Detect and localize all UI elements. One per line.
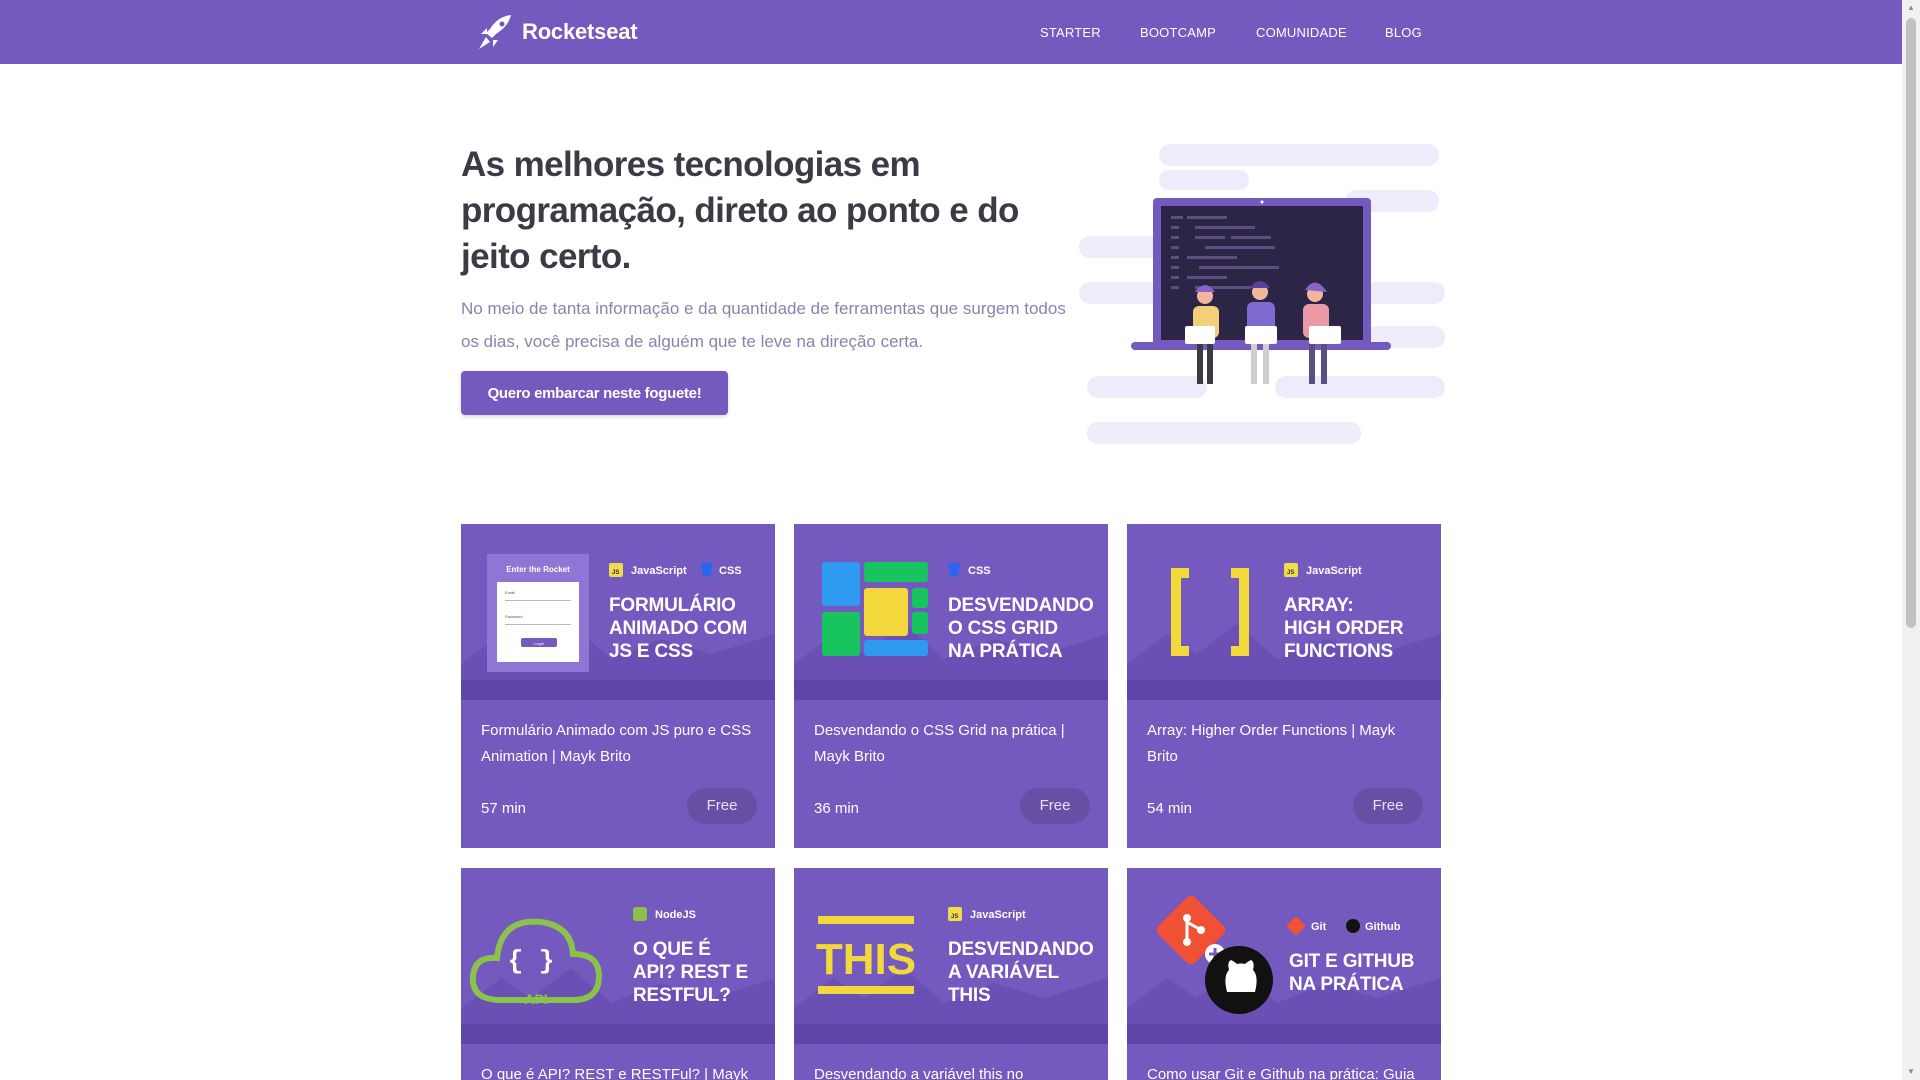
- free-badge: Free: [1353, 788, 1423, 824]
- thumb-heading-line: NA PRÁTICA: [1289, 973, 1404, 995]
- card-title[interactable]: Desvendando o CSS Grid na prática | Mayk…: [814, 718, 1094, 770]
- thumb-heading-line: RESTFUL?: [633, 985, 731, 1006]
- nav-starter[interactable]: STARTER: [1040, 25, 1101, 40]
- tag-javascript: JavaScript: [970, 909, 1026, 921]
- thumb-heading-line: O CSS GRID: [948, 618, 1058, 639]
- svg-text:JS: JS: [951, 914, 958, 920]
- github-logo-icon: [1205, 946, 1273, 1014]
- thumb-heading-line: GIT E GITHUB: [1289, 951, 1414, 972]
- card-thumbnail: THIS JS JavaScript DESVENDANDO A VARIÁVE…: [794, 868, 1108, 1044]
- nav-comunidade[interactable]: COMUNIDADE: [1256, 25, 1347, 40]
- tag-javascript: JavaScript: [1306, 565, 1362, 577]
- course-card[interactable]: THIS JS JavaScript DESVENDANDO A VARIÁVE…: [794, 868, 1108, 1080]
- login-form-mockup: Enter the Rocket Email Password Login: [487, 554, 589, 672]
- card-title[interactable]: Como usar Git e Github na prática: Guia: [1147, 1062, 1427, 1080]
- tag-git: Git: [1311, 921, 1327, 933]
- thumb-heading-line: ARRAY:: [1284, 595, 1354, 616]
- brand-name: Rocketseat: [522, 19, 638, 44]
- card-thumbnail: JS JavaScript ARRAY: HIGH ORDER FUNCTION…: [1127, 524, 1441, 700]
- nodejs-icon: [633, 907, 647, 921]
- tag-nodejs: NodeJS: [655, 909, 696, 921]
- scroll-up-arrow-icon[interactable]: ▲: [1902, 0, 1920, 16]
- hero-title: As melhores tecnologias em programação, …: [461, 145, 1019, 276]
- hero-cta-button[interactable]: Quero embarcar neste foguete!: [461, 371, 728, 415]
- card-thumbnail: { } API NodeJS O QUE É API? REST E RESTF…: [461, 868, 775, 1044]
- form-login-label: Login: [534, 641, 544, 646]
- tag-github: Github: [1365, 921, 1401, 933]
- rocket-logo-icon: [479, 15, 511, 49]
- free-badge: Free: [1020, 788, 1090, 824]
- thumb-heading-line: JS E CSS: [609, 641, 693, 662]
- top-navbar: Rocketseat STARTER BOOTCAMP COMUNIDADE B…: [0, 0, 1902, 64]
- card-duration: 36 min: [814, 800, 860, 817]
- course-card[interactable]: Git Github GIT E GITHUB NA PRÁTICA Como …: [1127, 868, 1441, 1080]
- thumb-heading-line: HIGH ORDER: [1284, 618, 1404, 639]
- tag-css: CSS: [968, 565, 991, 577]
- svg-text:JS: JS: [1287, 570, 1294, 576]
- course-card[interactable]: CSS DESVENDANDO O CSS GRID NA PRÁTICA De…: [794, 524, 1108, 848]
- thumb-heading-line: A VARIÁVEL: [948, 961, 1060, 983]
- card-title[interactable]: Desvendando a variável this no: [814, 1062, 1094, 1080]
- svg-text:{ }: { }: [508, 946, 555, 976]
- thumb-heading-line: THIS: [948, 985, 990, 1006]
- card-thumbnail: CSS DESVENDANDO O CSS GRID NA PRÁTICA: [794, 524, 1108, 700]
- card-title[interactable]: O que é API? REST e RESTFul? | Mayk: [481, 1062, 761, 1080]
- thumb-heading-line: NA PRÁTICA: [948, 640, 1063, 662]
- thumb-heading-line: O QUE É: [633, 938, 711, 960]
- card-title[interactable]: Array: Higher Order Functions | Mayk Bri…: [1147, 718, 1427, 770]
- nav-blog[interactable]: BLOG: [1385, 25, 1422, 40]
- tag-javascript: JavaScript: [631, 565, 687, 577]
- page-scrollbar[interactable]: ▲ ▼: [1902, 0, 1920, 1080]
- svg-text:JS: JS: [612, 570, 619, 576]
- card-duration: 57 min: [481, 800, 527, 817]
- tag-css: CSS: [719, 565, 742, 577]
- course-card[interactable]: Enter the Rocket Email Password Login JS…: [461, 524, 775, 848]
- thumb-heading-line: ANIMADO COM: [609, 618, 747, 639]
- thumb-heading-line: FUNCTIONS: [1284, 641, 1393, 662]
- form-password-label: Password: [505, 614, 523, 619]
- this-word: THIS: [816, 935, 916, 984]
- brand-logo-link[interactable]: Rocketseat: [478, 12, 638, 52]
- thumb-heading-line: FORMULÁRIO: [609, 594, 736, 616]
- scroll-down-arrow-icon[interactable]: ▼: [1902, 1064, 1920, 1080]
- scrollbar-thumb[interactable]: [1906, 18, 1916, 628]
- card-thumbnail: Git Github GIT E GITHUB NA PRÁTICA: [1127, 868, 1441, 1044]
- api-label: API: [524, 991, 547, 1007]
- card-duration: 54 min: [1147, 800, 1193, 817]
- developers-laptop-illustration: [1079, 144, 1445, 444]
- course-card[interactable]: JS JavaScript ARRAY: HIGH ORDER FUNCTION…: [1127, 524, 1441, 848]
- nav-bootcamp[interactable]: BOOTCAMP: [1140, 25, 1216, 40]
- form-title: Enter the Rocket: [506, 565, 570, 574]
- free-badge: Free: [687, 788, 757, 824]
- thumb-heading-line: DESVENDANDO: [948, 595, 1094, 616]
- thumb-heading-line: API? REST E: [633, 962, 748, 983]
- card-title[interactable]: Formulário Animado com JS puro e CSS Ani…: [481, 718, 761, 770]
- github-icon: [1346, 919, 1360, 933]
- hero-description: No meio de tanta informação e da quantid…: [461, 299, 1066, 351]
- card-thumbnail: Enter the Rocket Email Password Login JS…: [461, 524, 775, 700]
- course-card[interactable]: { } API NodeJS O QUE É API? REST E RESTF…: [461, 868, 775, 1080]
- thumb-heading-line: DESVENDANDO: [948, 939, 1094, 960]
- form-email-label: Email: [505, 590, 515, 595]
